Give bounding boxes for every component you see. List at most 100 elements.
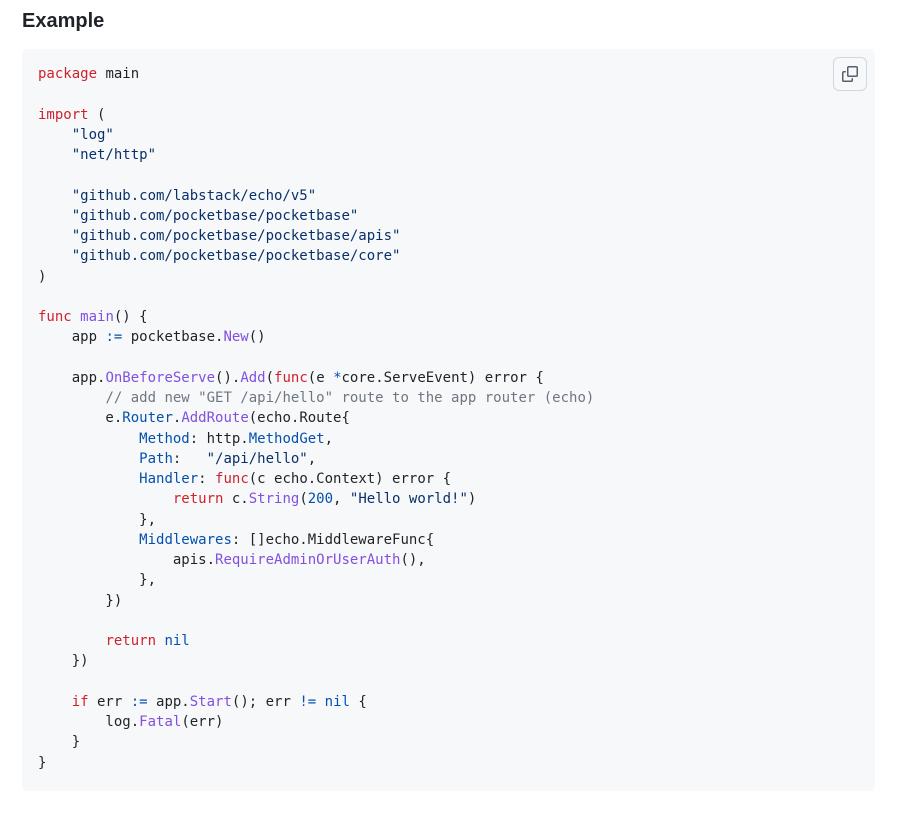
code-token: func xyxy=(274,369,308,386)
code-token: , xyxy=(324,430,334,447)
code-token: Path xyxy=(139,450,173,467)
code-token: c. xyxy=(223,491,249,508)
code-token: main xyxy=(97,66,140,82)
code-token: { xyxy=(349,693,367,710)
code-token: (). xyxy=(215,369,241,386)
code-token: OnBeforeServe xyxy=(105,369,216,386)
code-token: }, xyxy=(38,511,157,528)
code-content[interactable]: package main import ( "log" "net/http" "g… xyxy=(38,64,594,773)
code-token: := xyxy=(130,693,148,710)
code-token: e. xyxy=(38,410,123,427)
code-line: }) xyxy=(38,651,594,671)
code-token: New xyxy=(223,329,249,346)
code-token: main xyxy=(80,309,114,325)
code-token: (); err xyxy=(231,693,300,710)
code-token: MethodGet xyxy=(248,430,325,447)
code-token: }, xyxy=(38,572,157,589)
code-line: }, xyxy=(38,510,594,530)
code-token: , xyxy=(307,450,317,467)
code-token: Start xyxy=(189,693,232,710)
code-token: func xyxy=(38,309,72,325)
code-token: (), xyxy=(400,552,426,568)
code-token: (e xyxy=(307,369,334,386)
code-token: pocketbase. xyxy=(122,329,224,346)
code-line: "log" xyxy=(38,125,594,145)
code-token: (echo.Route{ xyxy=(248,410,350,427)
copy-button[interactable] xyxy=(833,57,867,91)
code-block: package main import ( "log" "net/http" "g… xyxy=(22,49,875,791)
code-token: "log" xyxy=(71,126,114,143)
code-line: Method: http.MethodGet, xyxy=(38,429,594,449)
code-token: if xyxy=(71,693,89,710)
code-token: return xyxy=(172,491,224,508)
code-token: ( xyxy=(299,491,308,508)
code-token: : http. xyxy=(189,430,249,447)
code-token: app xyxy=(38,329,106,346)
code-token: ) xyxy=(38,268,47,285)
code-line: ) xyxy=(38,267,594,287)
code-line: app.OnBeforeServe().Add(func(e *core.Ser… xyxy=(38,368,594,388)
code-line: "github.com/pocketbase/pocketbase/apis" xyxy=(38,226,594,246)
code-line: return nil xyxy=(38,631,594,651)
code-token: } xyxy=(38,734,81,751)
code-token: app. xyxy=(38,369,106,386)
code-token: } xyxy=(38,754,47,771)
code-token: , xyxy=(333,491,350,508)
code-token: }) xyxy=(38,653,89,670)
section-heading: Example xyxy=(22,10,105,32)
code-line: "github.com/labstack/echo/v5" xyxy=(38,186,594,206)
code-token: () { xyxy=(113,309,148,325)
code-token: 200 xyxy=(307,491,334,508)
code-token: "github.com/labstack/echo/v5" xyxy=(71,187,317,204)
code-line: }) xyxy=(38,591,594,611)
code-token: nil xyxy=(164,633,190,649)
code-token: "github.com/pocketbase/pocketbase/core" xyxy=(71,248,401,265)
code-token: := xyxy=(105,329,123,346)
code-token: (err) xyxy=(181,714,224,730)
code-token: package xyxy=(38,66,98,82)
code-token: nil xyxy=(324,693,350,710)
code-line: Handler: func(c echo.Context) error { xyxy=(38,469,594,489)
code-line: } xyxy=(38,732,594,752)
code-line: Path: "/api/hello", xyxy=(38,449,594,469)
code-line: func main() { xyxy=(38,307,594,327)
code-token: app. xyxy=(147,693,190,710)
code-token: func xyxy=(215,471,249,487)
code-token: "Hello world!" xyxy=(349,491,468,508)
code-token: Middlewares xyxy=(139,531,232,548)
code-line: apis.RequireAdminOrUserAuth(), xyxy=(38,550,594,570)
code-line: }, xyxy=(38,570,594,590)
code-line: "net/http" xyxy=(38,145,594,165)
code-token: return xyxy=(105,633,157,649)
code-line: if err := app.Start(); err != nil { xyxy=(38,692,594,712)
code-token: err xyxy=(88,693,131,710)
code-token: Handler xyxy=(139,471,199,487)
code-token: * xyxy=(333,369,342,386)
code-line: Middlewares: []echo.MiddlewareFunc{ xyxy=(38,530,594,550)
code-line: log.Fatal(err) xyxy=(38,712,594,732)
code-token: (c echo.Context) error { xyxy=(248,471,452,487)
code-line: app := pocketbase.New() xyxy=(38,327,594,347)
code-token: "/api/hello" xyxy=(206,450,308,467)
code-line: import ( xyxy=(38,105,594,125)
code-token: "github.com/pocketbase/pocketbase" xyxy=(71,207,359,224)
